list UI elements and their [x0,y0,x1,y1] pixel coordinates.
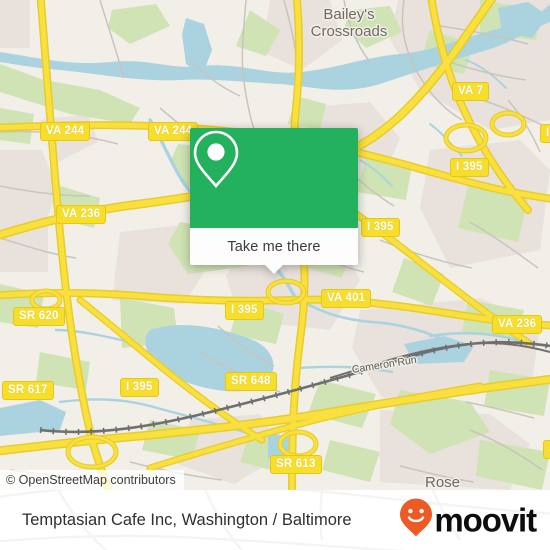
road-shield-edge-bottom-right[interactable]: SR 6 [543,440,550,459]
take-me-there-label: Take me there [227,238,321,255]
road-shield-i-395-lower[interactable]: I 395 [120,378,159,397]
road-shield-sr-620[interactable]: SR 620 [13,307,65,326]
osm-attribution[interactable]: © OpenStreetMap contributors [0,470,184,490]
road-shield-va-236-west[interactable]: VA 236 [56,205,107,224]
road-shield-va-236-east[interactable]: VA 236 [492,315,543,334]
location-popup-card[interactable]: Take me there [190,128,358,274]
road-shield-va-401[interactable]: VA 401 [321,289,372,308]
road-shield-va-244-west[interactable]: VA 244 [40,122,91,141]
road-shield-va-7[interactable]: VA 7 [452,82,490,101]
popup-pointer-tail [264,264,284,274]
moovit-smiley-pin-icon [399,498,433,543]
road-shield-i-395-near-card[interactable]: I 395 [361,218,400,237]
road-shield-i-395-mid[interactable]: I 395 [225,301,264,320]
popup-card-header [190,128,358,228]
map-screen: Bailey's Crossroads Rose Cameron Run VA … [0,0,550,550]
road-shield-sr-648[interactable]: SR 648 [225,372,277,391]
moovit-wordmark: moovit [434,501,537,539]
road-shield-sr-613[interactable]: SR 613 [270,455,322,474]
road-shield-i-395-upper[interactable]: I 395 [450,158,489,177]
map-canvas[interactable]: Bailey's Crossroads Rose Cameron Run VA … [0,0,550,490]
road-shield-sr-617[interactable]: SR 617 [2,381,54,400]
bottom-info-bar: Temptasian Cafe Inc, Washington / Baltim… [0,490,550,550]
popup-card-footer[interactable]: Take me there [190,228,358,274]
moovit-brand[interactable]: moovit [399,498,537,543]
road-shield-edge-right[interactable]: I 395 [540,124,550,143]
venue-title: Temptasian Cafe Inc, Washington / Baltim… [22,510,352,529]
